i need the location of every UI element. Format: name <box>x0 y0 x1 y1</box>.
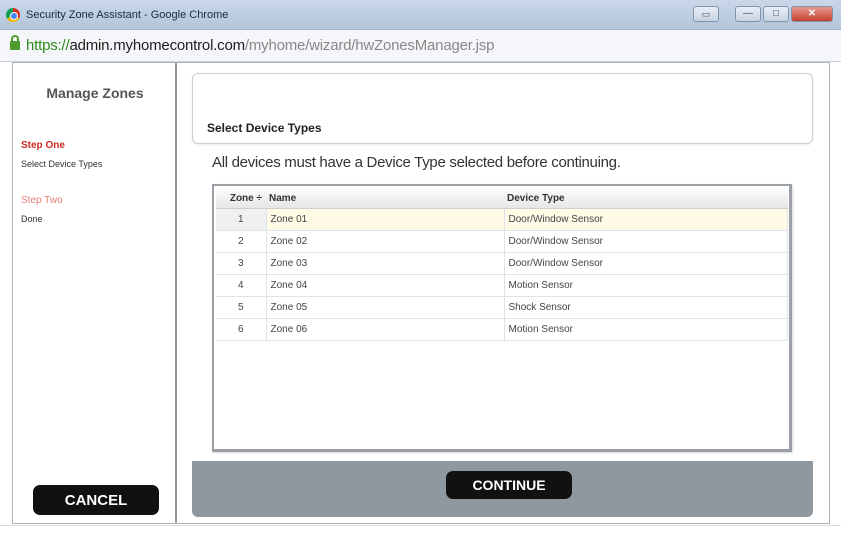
device-type-cell[interactable]: Shock Sensor <box>503 295 788 319</box>
address-bar[interactable]: https://admin.myhomecontrol.com/myhome/w… <box>0 30 841 62</box>
browser-titlebar: Security Zone Assistant - Google Chrome … <box>0 0 841 30</box>
zone-number-cell: 6 <box>216 317 267 341</box>
device-type-cell[interactable]: Door/Window Sensor <box>503 251 788 275</box>
cancel-button[interactable]: CANCEL <box>33 485 159 515</box>
instruction-text: All devices must have a Device Type sele… <box>212 154 621 171</box>
step-one-description: Select Device Types <box>21 159 103 169</box>
zones-table-container[interactable]: Zone ÷ Name Device Type 1 Zone 01 Door/W… <box>212 184 792 452</box>
maximize-icon[interactable]: □ <box>763 6 789 22</box>
device-type-cell[interactable]: Door/Window Sensor <box>503 229 788 253</box>
window-extra-icon[interactable]: ▭ <box>693 6 719 22</box>
zone-name-cell[interactable]: Zone 02 <box>265 229 505 253</box>
bottom-strip <box>0 525 841 547</box>
header-card: Select Device Types <box>192 73 813 144</box>
step-one-title: Step One <box>21 140 65 151</box>
zone-name-cell[interactable]: Zone 01 <box>265 207 505 231</box>
table-row[interactable]: 2 Zone 02 Door/Window Sensor <box>216 229 788 253</box>
table-header-row: Zone ÷ Name Device Type <box>216 190 788 209</box>
wizard-frame: Manage Zones Step One Select Device Type… <box>12 62 830 524</box>
device-type-cell[interactable]: Motion Sensor <box>503 273 788 297</box>
zones-table: Zone ÷ Name Device Type 1 Zone 01 Door/W… <box>216 190 788 341</box>
column-header-zone[interactable]: Zone ÷ <box>216 190 266 209</box>
column-header-name[interactable]: Name <box>266 190 504 209</box>
continue-button[interactable]: CONTINUE <box>446 471 572 499</box>
sidebar-title: Manage Zones <box>46 85 144 101</box>
table-row[interactable]: 4 Zone 04 Motion Sensor <box>216 273 788 297</box>
zone-name-cell[interactable]: Zone 06 <box>265 317 505 341</box>
table-row[interactable]: 3 Zone 03 Door/Window Sensor <box>216 251 788 275</box>
step-two-description: Done <box>21 214 43 224</box>
close-icon[interactable]: ✕ <box>791 6 833 22</box>
device-type-cell[interactable]: Door/Window Sensor <box>503 207 788 231</box>
zone-number-cell: 5 <box>216 295 267 319</box>
table-row[interactable]: 5 Zone 05 Shock Sensor <box>216 295 788 319</box>
chrome-logo-icon <box>6 8 20 22</box>
sidebar: Manage Zones Step One Select Device Type… <box>13 63 177 523</box>
table-row[interactable]: 1 Zone 01 Door/Window Sensor <box>216 207 788 231</box>
url-path: /myhome/wizard/hwZonesManager.jsp <box>244 37 495 54</box>
window-title: Security Zone Assistant - Google Chrome <box>26 9 229 21</box>
url-host: admin.myhomecontrol.com <box>69 37 245 54</box>
page-title: Select Device Types <box>207 121 322 135</box>
url-text[interactable]: https://admin.myhomecontrol.com/myhome/w… <box>26 37 494 54</box>
column-header-device-type[interactable]: Device Type <box>504 190 788 209</box>
zone-number-cell: 3 <box>216 251 267 275</box>
step-two-title: Step Two <box>21 195 63 206</box>
zone-number-cell: 2 <box>216 229 267 253</box>
device-type-cell[interactable]: Motion Sensor <box>503 317 788 341</box>
main-panel: Select Device Types All devices must hav… <box>179 63 829 523</box>
zone-name-cell[interactable]: Zone 04 <box>265 273 505 297</box>
url-scheme: https:// <box>26 37 70 54</box>
table-row[interactable]: 6 Zone 06 Motion Sensor <box>216 317 788 341</box>
zone-name-cell[interactable]: Zone 05 <box>265 295 505 319</box>
lock-icon <box>10 35 20 50</box>
wizard-footer: CONTINUE <box>192 461 813 517</box>
window-controls: ▭ — □ ✕ <box>693 6 833 22</box>
minimize-icon[interactable]: — <box>735 6 761 22</box>
zone-number-cell: 1 <box>216 207 267 231</box>
zone-name-cell[interactable]: Zone 03 <box>265 251 505 275</box>
zone-number-cell: 4 <box>216 273 267 297</box>
